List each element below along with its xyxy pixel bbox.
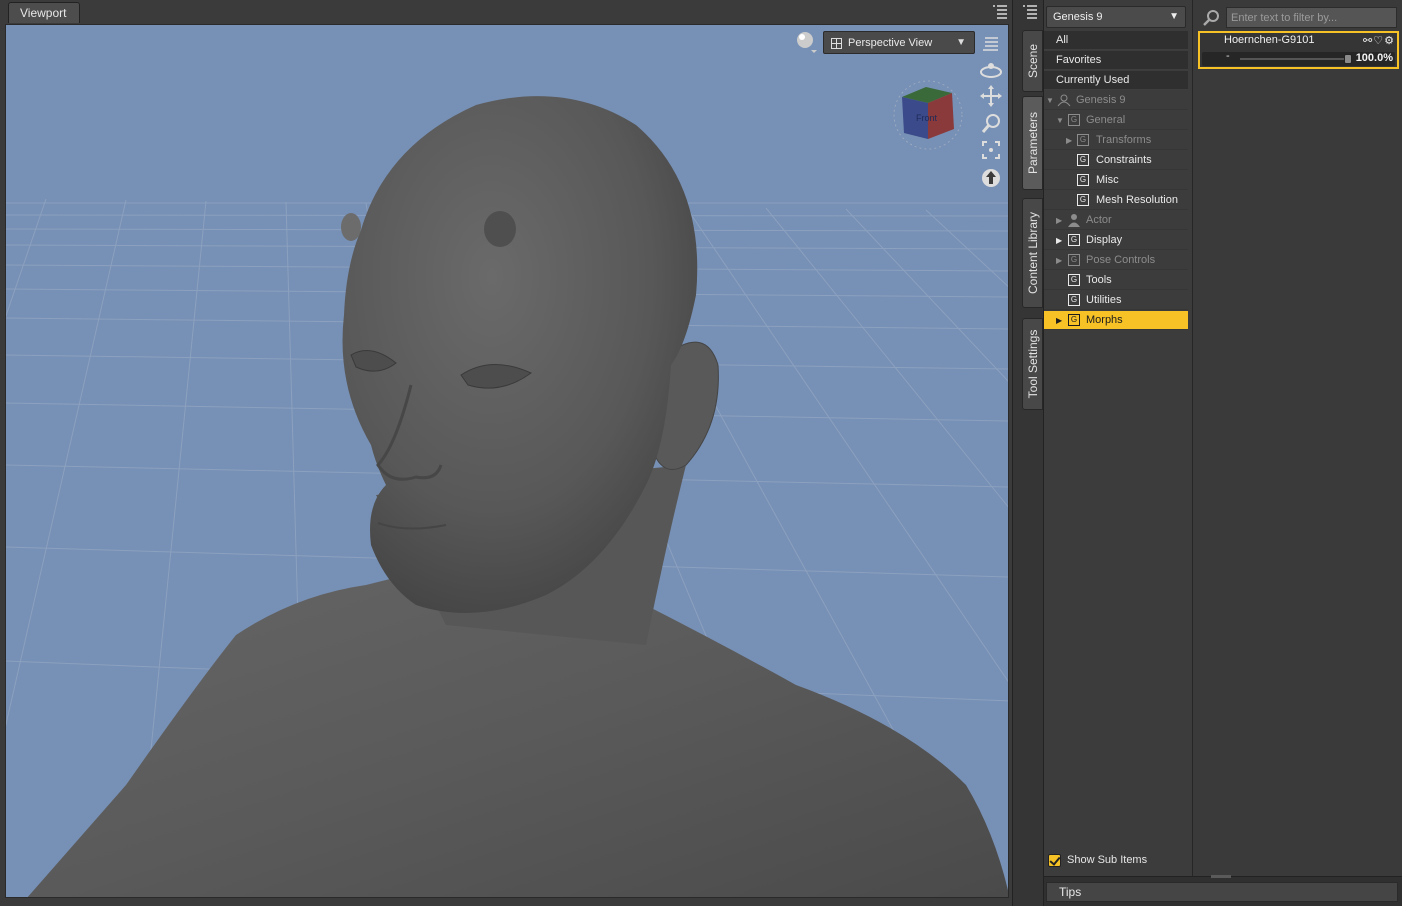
tab-parameters-label: Parameters bbox=[1025, 111, 1040, 175]
group-icon: G bbox=[1068, 274, 1080, 286]
tree-item-label: Genesis 9 bbox=[1076, 94, 1126, 106]
tab-scene-label: Scene bbox=[1025, 43, 1040, 79]
viewport-tab[interactable]: Viewport bbox=[8, 2, 80, 23]
group-icon: G bbox=[1068, 314, 1080, 326]
view-cube-label: Front bbox=[916, 113, 938, 123]
view-cube[interactable]: Front bbox=[890, 77, 966, 153]
figure-horn-center bbox=[484, 211, 516, 247]
expand-down-icon[interactable]: ▼ bbox=[1056, 111, 1064, 130]
morph-property-icons[interactable]: ⚯♡⚙ bbox=[1363, 34, 1395, 47]
tab-tips[interactable]: Tips bbox=[1046, 882, 1398, 902]
show-sub-items-label: Show Sub Items bbox=[1067, 854, 1148, 866]
tree-item-genesis-9[interactable]: ▼ Genesis 9 bbox=[1044, 91, 1188, 110]
group-icon: G bbox=[1077, 174, 1089, 186]
group-icon: G bbox=[1077, 194, 1089, 206]
tree-item-transforms[interactable]: ▶ G Transforms bbox=[1044, 131, 1188, 150]
group-icon: G bbox=[1068, 254, 1080, 266]
zoom-icon[interactable] bbox=[978, 112, 1004, 136]
tree-item-display[interactable]: ▶ G Display bbox=[1044, 231, 1188, 250]
group-currently-used[interactable]: Currently Used bbox=[1044, 71, 1188, 90]
tree-item-label: Tools bbox=[1086, 274, 1112, 286]
tree-item-tools[interactable]: G Tools bbox=[1044, 271, 1188, 290]
tree-item-label: Morphs bbox=[1086, 314, 1123, 326]
figure-select-label: Genesis 9 bbox=[1053, 11, 1103, 23]
group-icon: G bbox=[1068, 294, 1080, 306]
tab-content-library-label: Content Library bbox=[1025, 211, 1040, 295]
checkbox-checked-icon bbox=[1048, 854, 1061, 867]
heart-icon[interactable]: ♡ bbox=[1373, 35, 1384, 47]
viewport-menu-icon[interactable] bbox=[990, 2, 1010, 20]
chevron-down-icon: ▼ bbox=[956, 37, 966, 48]
slider-thumb[interactable] bbox=[1344, 54, 1352, 64]
expand-right-icon[interactable]: ▶ bbox=[1056, 211, 1062, 230]
viewport-canvas[interactable]: Front bbox=[5, 24, 1009, 898]
tree-item-label: Transforms bbox=[1096, 134, 1152, 146]
figure-horn-left bbox=[341, 213, 361, 241]
morph-property-card[interactable]: Hoernchen-G9101 ⚯♡⚙ - 100.0% bbox=[1198, 31, 1399, 69]
chevron-down-icon: ▼ bbox=[1169, 11, 1179, 22]
tree-item-constraints[interactable]: G Constraints bbox=[1044, 151, 1188, 170]
frame-icon[interactable] bbox=[978, 138, 1004, 162]
tab-tool-settings[interactable]: Tool Settings bbox=[1022, 318, 1043, 410]
slider-minus-label: - bbox=[1226, 50, 1230, 62]
morph-name: Hoernchen-G9101 bbox=[1224, 34, 1315, 46]
expand-right-icon[interactable]: ▶ bbox=[1056, 231, 1062, 250]
group-icon: G bbox=[1068, 114, 1080, 126]
tree-item-label: Mesh Resolution bbox=[1096, 194, 1178, 206]
morph-value[interactable]: 100.0% bbox=[1356, 52, 1393, 64]
tree-item-general[interactable]: ▼ G General bbox=[1044, 111, 1188, 130]
search-icon[interactable] bbox=[1201, 8, 1221, 28]
slider-track[interactable] bbox=[1240, 58, 1350, 60]
actor-icon bbox=[1068, 214, 1080, 227]
draw-style-icon[interactable] bbox=[795, 30, 817, 54]
reset-view-icon[interactable] bbox=[978, 166, 1004, 190]
tree-item-label: Pose Controls bbox=[1086, 254, 1156, 266]
tree-item-mesh-resolution[interactable]: G Mesh Resolution bbox=[1044, 191, 1188, 210]
tree-item-pose-controls[interactable]: ▶ G Pose Controls bbox=[1044, 251, 1188, 270]
tree-item-utilities[interactable]: G Utilities bbox=[1044, 291, 1188, 310]
viewport-layout-icon bbox=[831, 38, 842, 49]
link-icon[interactable]: ⚯ bbox=[1363, 35, 1373, 47]
tree-item-label: Display bbox=[1086, 234, 1123, 246]
group-all[interactable]: All bbox=[1044, 31, 1188, 50]
viewport-options-icon[interactable] bbox=[978, 30, 1004, 54]
figure-select[interactable]: Genesis 9 ▼ bbox=[1046, 6, 1186, 28]
figure-icon bbox=[1057, 94, 1071, 107]
camera-select[interactable]: Perspective View ▼ bbox=[823, 31, 975, 54]
splitter-handle[interactable] bbox=[1211, 875, 1231, 878]
tree-item-label: Misc bbox=[1096, 174, 1119, 186]
parameters-properties-panel bbox=[1192, 0, 1402, 876]
tab-parameters[interactable]: Parameters bbox=[1022, 96, 1043, 190]
tree-item-morphs[interactable]: ▶ G Morphs bbox=[1044, 311, 1188, 330]
orbit-icon[interactable] bbox=[978, 58, 1004, 82]
tab-content-library[interactable]: Content Library bbox=[1022, 198, 1043, 308]
tree-item-actor[interactable]: ▶ Actor bbox=[1044, 211, 1188, 230]
group-icon: G bbox=[1077, 134, 1089, 146]
pane-tab-strip: Scene Parameters Content Library Tool Se… bbox=[1012, 0, 1044, 906]
group-icon: G bbox=[1077, 154, 1089, 166]
tab-tool-settings-label: Tool Settings bbox=[1025, 329, 1040, 399]
morph-slider[interactable]: - 100.0% bbox=[1202, 50, 1395, 66]
expand-right-icon[interactable]: ▶ bbox=[1056, 311, 1062, 330]
tree-item-label: Actor bbox=[1086, 214, 1112, 226]
expand-down-icon[interactable]: ▼ bbox=[1046, 91, 1054, 110]
pane-menu-icon[interactable] bbox=[1020, 2, 1040, 20]
filter-input[interactable] bbox=[1226, 7, 1397, 28]
expand-right-icon[interactable]: ▶ bbox=[1056, 251, 1062, 270]
expand-right-icon[interactable]: ▶ bbox=[1066, 131, 1072, 150]
camera-select-label: Perspective View bbox=[848, 37, 933, 49]
scene-render bbox=[6, 96, 1008, 897]
tree-item-misc[interactable]: G Misc bbox=[1044, 171, 1188, 190]
tab-scene[interactable]: Scene bbox=[1022, 30, 1043, 92]
tree-item-label: General bbox=[1086, 114, 1126, 126]
tree-item-label: Constraints bbox=[1096, 154, 1152, 166]
show-sub-items-checkbox[interactable]: Show Sub Items bbox=[1046, 853, 1186, 869]
tree-item-label: Utilities bbox=[1086, 294, 1122, 306]
group-icon: G bbox=[1068, 234, 1080, 246]
gear-icon[interactable]: ⚙ bbox=[1384, 35, 1395, 47]
pan-icon[interactable] bbox=[978, 84, 1004, 108]
group-favorites[interactable]: Favorites bbox=[1044, 51, 1188, 70]
